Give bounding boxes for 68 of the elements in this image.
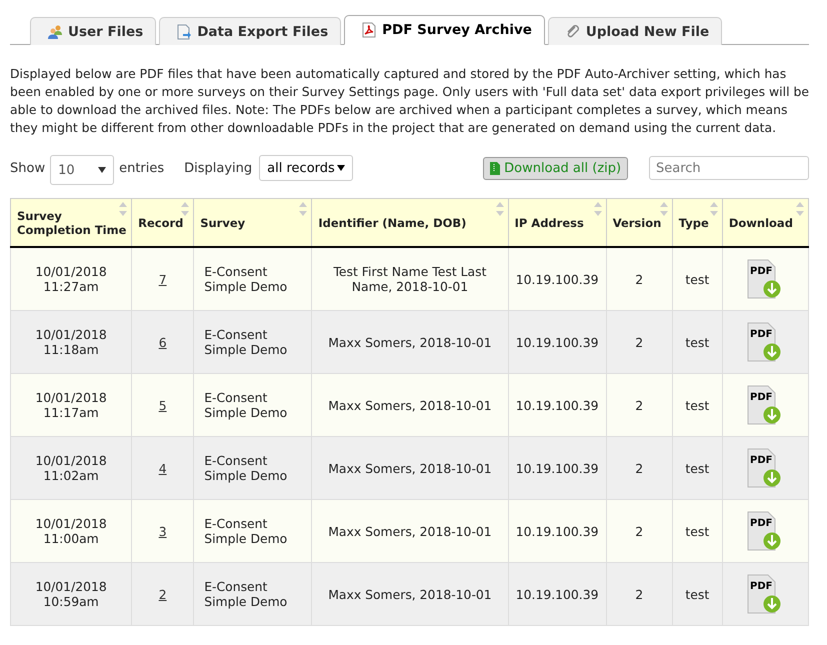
record-link[interactable]: 4: [158, 460, 167, 476]
displaying-label: Displaying: [184, 160, 252, 176]
table-cell: 2: [635, 586, 644, 602]
sort-icon: [119, 202, 128, 216]
table-cell: test: [685, 524, 710, 538]
table-cell: 10.19.100.39: [516, 460, 599, 476]
table-cell: 10.19.100.39: [516, 334, 599, 350]
table-cell: Maxx Somers, 2018-10-01: [328, 586, 492, 602]
table-cell: 2: [635, 398, 644, 412]
sort-icon: [594, 202, 602, 216]
tab[interactable]: PDF Survey Archive: [344, 15, 545, 45]
table-cell: 10/01/2018 10:59am: [35, 579, 107, 609]
table-cell: 2: [635, 272, 644, 286]
table-cell: 10.19.100.39: [516, 524, 599, 538]
tab[interactable]: User Files: [30, 17, 156, 45]
table-cell: test: [685, 272, 710, 286]
paperclip-icon: [564, 24, 581, 40]
records-filter-select[interactable]: all records: [259, 155, 354, 181]
sort-icon: [496, 202, 504, 216]
table-cell: Maxx Somers, 2018-10-01: [328, 398, 492, 412]
page-size-select[interactable]: 10: [50, 155, 114, 185]
table-cell: test: [685, 460, 710, 476]
record-link[interactable]: 6: [158, 334, 167, 350]
table-cell: 2: [635, 524, 644, 538]
entries-label: entries: [119, 160, 164, 176]
sort-icon: [660, 202, 668, 216]
description: Displayed below are PDF files that have been automatically captured and stored by the PDF Auto-Archiver setting, which has been enabled by one or more surveys on their Survey Settings page. Only users with 'Full data set' data export privileges will be able to download the archived files. Note: The PDFs below are archived when a participant completes a survey, which means they might be different from other downloadable PDFs in the project that are generated on demand using the current data.: [10, 65, 809, 137]
table-cell: 2: [635, 460, 644, 476]
table-cell: test: [685, 334, 710, 350]
zip-file-icon: [490, 162, 500, 174]
table-cell: Maxx Somers, 2018-10-01: [328, 334, 492, 350]
table-cell: 10.19.100.39: [516, 586, 599, 602]
table-cell: E-Consent Simple Demo: [204, 579, 288, 609]
record-link[interactable]: 7: [158, 272, 167, 286]
tab[interactable]: Upload New File: [548, 17, 722, 45]
record-link[interactable]: 2: [158, 586, 167, 602]
search-field[interactable]: Search: [649, 156, 809, 180]
table-cell: E-Consent Simple Demo: [204, 516, 288, 546]
sort-icon: [181, 202, 190, 216]
table-cell: E-Consent Simple Demo: [204, 390, 288, 420]
table-cell: 10.19.100.39: [516, 398, 599, 412]
table-cell: E-Consent Simple Demo: [204, 264, 288, 294]
tab[interactable]: Data Export Files: [159, 17, 342, 45]
table-cell: 10/01/2018 11:27am: [35, 264, 107, 294]
table-cell: 2: [635, 334, 644, 350]
users-icon: [47, 24, 63, 40]
table-cell: E-Consent Simple Demo: [204, 453, 288, 483]
caret-icon: [337, 165, 346, 171]
caret-icon: [98, 167, 106, 173]
table-cell: 10.19.100.39: [516, 272, 599, 286]
table-cell: 10/01/2018 11:18am: [35, 327, 107, 357]
document-arrow-icon: [176, 24, 192, 40]
show-label: Show: [10, 160, 46, 176]
table-cell: test: [685, 586, 710, 602]
table-cell: 10/01/2018 11:00am: [35, 516, 107, 546]
pdf-file-icon: [361, 22, 378, 38]
table-cell: 10/01/2018 11:02am: [35, 453, 107, 483]
table-cell: test: [685, 398, 710, 412]
table-cell: 10/01/2018 11:17am: [35, 390, 107, 420]
sort-icon: [796, 202, 804, 216]
record-link[interactable]: 3: [158, 524, 167, 538]
table-cell: Maxx Somers, 2018-10-01: [328, 524, 492, 538]
sort-icon: [710, 202, 718, 216]
table-cell: Maxx Somers, 2018-10-01: [328, 460, 492, 476]
sort-icon: [299, 202, 308, 216]
table-cell: E-Consent Simple Demo: [204, 327, 288, 357]
table-cell: Test First Name Test Last Name, 2018-10-01: [333, 264, 486, 294]
record-link[interactable]: 5: [158, 398, 167, 412]
